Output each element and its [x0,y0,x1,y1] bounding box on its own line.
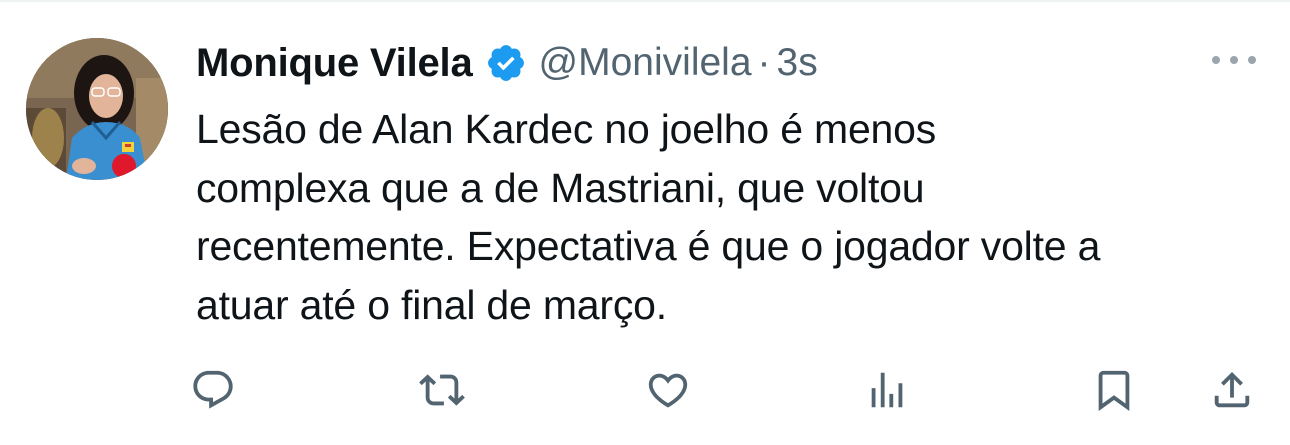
tweet-header: Monique Vilela @Monivilela · 3s [196,38,818,88]
retweet-icon [419,374,465,406]
dot-icon [1230,56,1238,64]
tweet-text: Lesão de Alan Kardec no joelho é menos c… [196,100,1276,334]
like-button[interactable] [638,360,698,420]
analytics-icon [871,372,903,408]
retweet-button[interactable] [412,360,472,420]
more-options-icon[interactable] [1212,48,1256,72]
dot-icon [1212,56,1220,64]
reply-icon [193,370,233,409]
reply-button[interactable] [183,360,243,420]
avatar[interactable] [26,38,168,180]
bookmark-button[interactable] [1084,360,1144,420]
tweet-text-line: complexa que a de Mastriani, que voltou [196,164,925,211]
bookmark-icon [1098,370,1130,411]
avatar-photo [26,38,168,180]
verified-badge-icon[interactable] [485,42,527,84]
separator-dot: · [757,41,771,84]
heart-icon [648,373,688,408]
dot-icon [1248,56,1256,64]
tweet-card[interactable]: Monique Vilela @Monivilela · 3s Lesão de… [0,0,1290,445]
display-name[interactable]: Monique Vilela [196,41,473,86]
share-button[interactable] [1202,360,1262,420]
tweet-text-line: Lesão de Alan Kardec no joelho é menos [196,106,937,152]
action-bar [0,360,1290,420]
views-button[interactable] [857,360,917,420]
tweet-text-line: recentemente. Expectativa é que o jogado… [196,223,1101,269]
tweet-text-line: atuar até o final de março. [196,281,667,328]
user-handle[interactable]: @Monivilela [539,41,752,85]
share-icon [1214,371,1250,408]
timestamp[interactable]: 3s [777,41,818,85]
